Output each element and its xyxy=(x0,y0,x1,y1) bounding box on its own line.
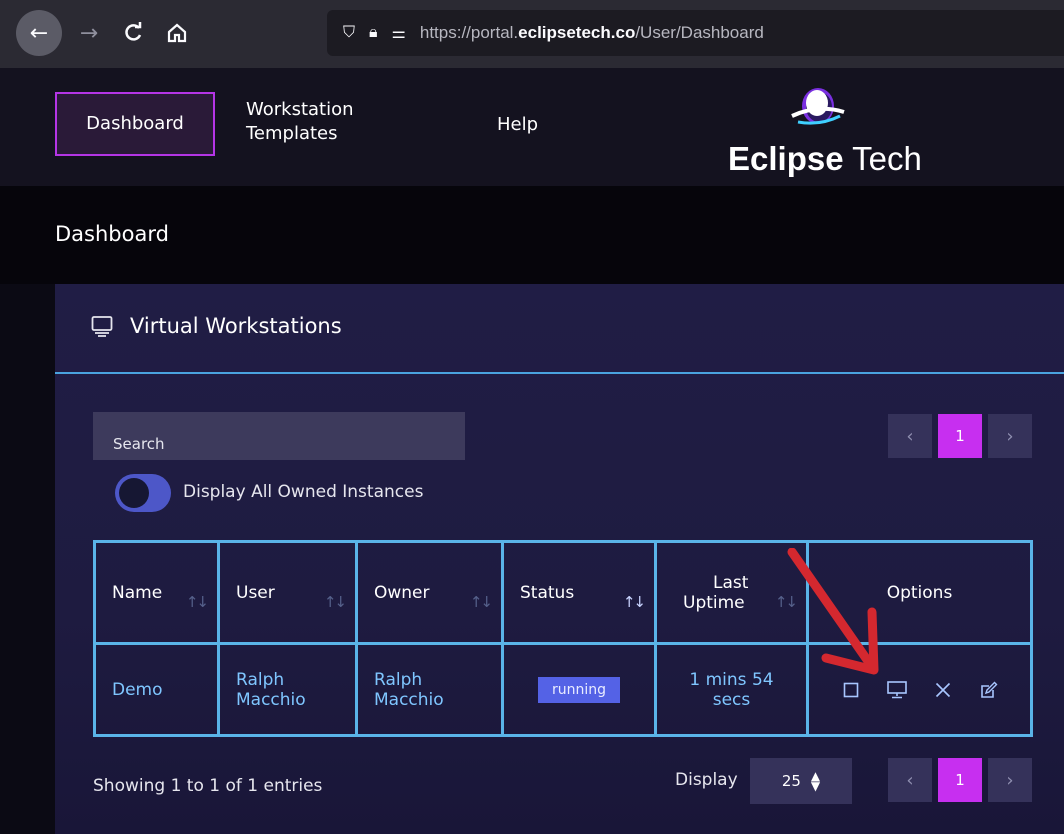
page-size-value: 25 xyxy=(781,772,801,790)
header-owner-label: Owner xyxy=(374,582,430,603)
card-title: Virtual Workstations xyxy=(130,314,342,338)
cell-user-line1: Ralph xyxy=(236,669,285,690)
nav-templates-line1: Workstation xyxy=(246,99,354,120)
cell-name[interactable]: Demo xyxy=(93,642,220,737)
page-1-button[interactable]: 1 xyxy=(938,414,982,458)
next-page-button[interactable]: › xyxy=(988,758,1032,802)
cell-user[interactable]: Ralph Macchio xyxy=(217,642,358,737)
nav-help[interactable]: Help xyxy=(497,113,538,137)
cell-user-line2: Macchio xyxy=(236,689,306,710)
connect-desktop-icon[interactable] xyxy=(885,678,909,702)
search-input[interactable] xyxy=(93,412,465,460)
column-header-last-uptime[interactable]: Last Uptime ↑↓ xyxy=(654,540,809,645)
reload-icon[interactable] xyxy=(110,10,156,56)
select-updown-icon: ▲ ▼ xyxy=(810,769,821,793)
url-prefix: https://portal. xyxy=(419,23,519,42)
prev-page-button[interactable]: ‹ xyxy=(888,758,932,802)
nav-templates-line2: Templates xyxy=(246,123,338,144)
sort-icon[interactable]: ↑↓ xyxy=(470,593,493,611)
table-row: Demo Ralph Macchio Ralph Macchio running… xyxy=(93,642,1033,737)
cell-owner[interactable]: Ralph Macchio xyxy=(355,642,504,737)
app-header: Dashboard Workstation Templates Help Ecl… xyxy=(0,68,1064,186)
cell-owner-line2: Macchio xyxy=(374,689,444,710)
cell-uptime-line2: secs xyxy=(712,689,751,710)
header-options-label: Options xyxy=(886,582,953,603)
sort-icon[interactable]: ↑↓ xyxy=(324,593,347,611)
column-header-status[interactable]: Status ↑↓ xyxy=(501,540,657,645)
display-label: Display xyxy=(675,770,738,790)
back-arrow-icon[interactable]: ← xyxy=(16,10,62,56)
cell-last-uptime: 1 mins 54 secs xyxy=(654,642,809,737)
nav-workstation-templates[interactable]: Workstation Templates xyxy=(246,98,386,146)
workstations-table: Name ↑↓ User ↑↓ Owner ↑↓ Status ↑↓ Last xyxy=(93,540,1033,737)
annotation-arrow-icon xyxy=(787,548,879,675)
nav-dashboard[interactable]: Dashboard xyxy=(55,92,215,156)
logo-bold: Eclipse xyxy=(728,140,844,177)
page-title: Dashboard xyxy=(55,222,169,246)
stop-icon[interactable] xyxy=(839,678,863,702)
header-name-label: Name xyxy=(112,582,163,603)
table-header-row: Name ↑↓ User ↑↓ Owner ↑↓ Status ↑↓ Last xyxy=(93,540,1033,645)
sort-icon[interactable]: ↑↓ xyxy=(623,593,646,611)
pagination-top: ‹ 1 › xyxy=(888,414,1038,458)
eclipse-orb-icon xyxy=(791,88,845,125)
eclipse-tech-logo[interactable]: Eclipse Tech xyxy=(728,78,928,178)
browser-toolbar: ← → ⛉ 🔒︎ ⚌ https://portal. eclipsetech.co… xyxy=(0,0,1064,68)
column-header-owner[interactable]: Owner ↑↓ xyxy=(355,540,504,645)
cell-status: running xyxy=(501,642,657,737)
status-badge: running xyxy=(537,676,621,703)
sort-icon[interactable]: ↑↓ xyxy=(186,593,209,611)
delete-x-icon[interactable] xyxy=(931,678,955,702)
shield-icon[interactable]: ⛉ xyxy=(343,24,355,42)
display-all-owned-toggle[interactable] xyxy=(115,474,171,512)
card-header: Virtual Workstations xyxy=(55,284,1064,374)
toggle-knob xyxy=(119,478,149,508)
logo-wordmark: Eclipse Tech xyxy=(728,140,922,178)
url-path: /User/Dashboard xyxy=(635,23,764,42)
logo-rest: Tech xyxy=(843,140,922,177)
lock-icon[interactable]: 🔒︎ xyxy=(369,24,378,42)
home-icon[interactable] xyxy=(154,10,200,56)
header-user-label: User xyxy=(236,582,275,603)
cell-owner-line1: Ralph xyxy=(374,669,423,690)
page-size-select[interactable]: 25 ▲ ▼ xyxy=(750,758,852,804)
virtual-workstations-card: Virtual Workstations Display All Owned I… xyxy=(55,284,1064,834)
url-domain: eclipsetech.co xyxy=(518,23,636,42)
header-status-label: Status xyxy=(520,582,575,603)
permissions-icon[interactable]: ⚌ xyxy=(392,23,406,43)
page-1-button[interactable]: 1 xyxy=(938,758,982,802)
monitor-icon xyxy=(91,316,113,337)
forward-arrow-icon[interactable]: → xyxy=(66,10,112,56)
cell-uptime-line1: 1 mins 54 xyxy=(689,669,774,690)
options-group xyxy=(839,678,1030,702)
column-header-name[interactable]: Name ↑↓ xyxy=(93,540,220,645)
page-title-bar: Dashboard xyxy=(0,186,1064,284)
address-bar[interactable]: ⛉ 🔒︎ ⚌ https://portal. eclipsetech.co/Use… xyxy=(327,10,1064,56)
edit-icon[interactable] xyxy=(977,678,1001,702)
entries-summary: Showing 1 to 1 of 1 entries xyxy=(93,776,323,796)
nav-dashboard-label: Dashboard xyxy=(86,113,184,134)
column-header-user[interactable]: User ↑↓ xyxy=(217,540,358,645)
pagination-bottom: ‹ 1 › xyxy=(888,758,1038,802)
next-page-button[interactable]: › xyxy=(988,414,1032,458)
toggle-label: Display All Owned Instances xyxy=(183,482,424,502)
prev-page-button[interactable]: ‹ xyxy=(888,414,932,458)
